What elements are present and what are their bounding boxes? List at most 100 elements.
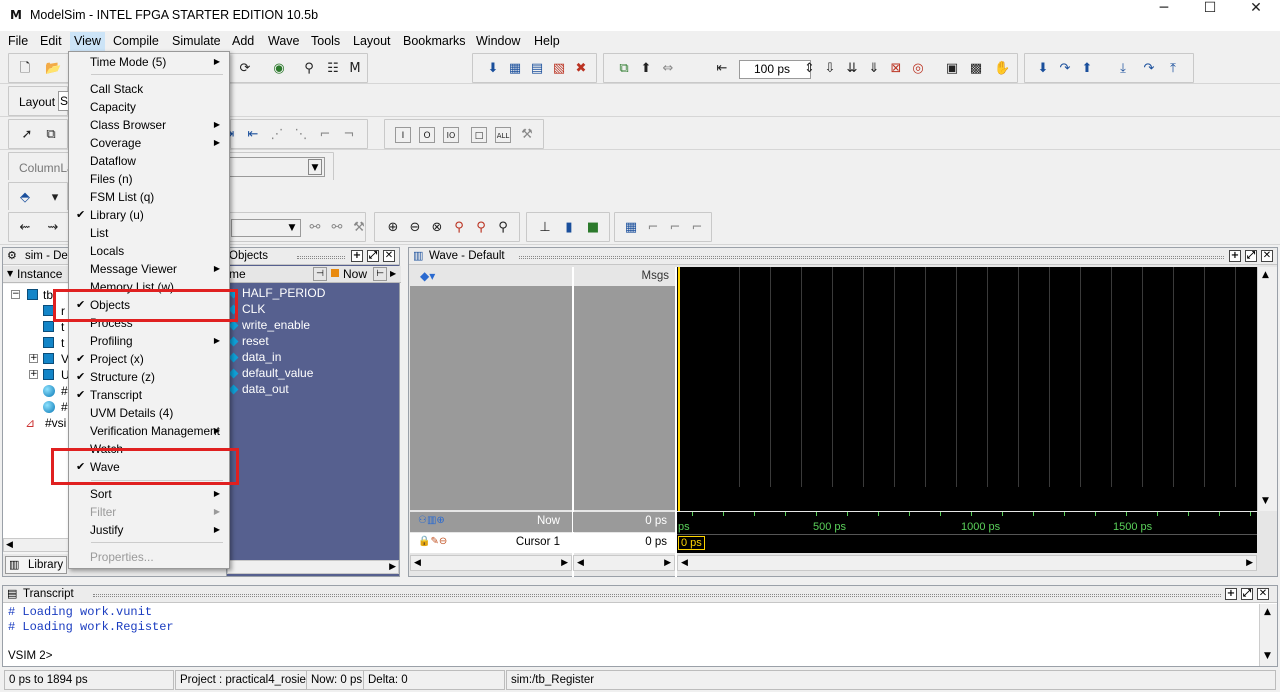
hand-icon[interactable]: ✋ xyxy=(994,61,1010,77)
reload-icon[interactable]: ⟳ xyxy=(237,61,253,77)
zoom-full-icon[interactable]: ⊗ xyxy=(429,220,445,236)
add-dropdown-icon[interactable]: ▾ xyxy=(47,190,63,206)
tab-library[interactable]: ▥ Library xyxy=(5,556,67,574)
insert-i-icon[interactable]: I xyxy=(395,127,411,143)
break-icon[interactable]: ✖ xyxy=(573,61,589,77)
menu-view[interactable]: View xyxy=(70,32,105,51)
add-wave-icon[interactable]: ⬘ xyxy=(17,190,33,206)
cursor-label[interactable]: Cursor 1 xyxy=(516,536,560,548)
compile-all-icon[interactable]: ▦ xyxy=(507,61,523,77)
menu-item-project[interactable]: ✔ Project (x) xyxy=(69,350,229,368)
objects-next-icon[interactable]: ⊢ xyxy=(373,267,387,281)
menu-tools[interactable]: Tools xyxy=(311,34,340,48)
object-row[interactable]: write_enable xyxy=(227,318,401,334)
run-status-icon[interactable]: ◉ xyxy=(271,61,287,77)
restart-icon[interactable]: ⇤ xyxy=(714,61,730,77)
compile-out-of-date-icon[interactable]: ▧ xyxy=(551,61,567,77)
objects-undock-button[interactable]: ⤢ xyxy=(367,250,379,262)
objects-close-button[interactable]: ✕ xyxy=(383,250,395,262)
menu-wave[interactable]: Wave xyxy=(268,34,300,48)
zoom-range-icon[interactable]: ⚲ xyxy=(473,220,489,236)
menu-item-call-stack[interactable]: Call Stack xyxy=(69,80,229,98)
cursor-bar-icon[interactable]: ▮ xyxy=(561,220,577,236)
step-over-active-icon[interactable]: ↷ xyxy=(1141,61,1157,77)
object-row[interactable]: default_value xyxy=(227,366,401,382)
search-combo[interactable]: ▼ xyxy=(231,219,301,237)
simulate-icon[interactable]: ⧉ xyxy=(616,61,632,77)
insert-io-icon[interactable]: IO xyxy=(443,127,459,143)
edge-last-icon[interactable]: ⌐ xyxy=(689,220,705,236)
transcript-vscrollbar[interactable]: ▲ ▼ xyxy=(1259,604,1277,666)
menu-simulate[interactable]: Simulate xyxy=(172,34,221,48)
menu-item-locals[interactable]: Locals xyxy=(69,242,229,260)
back-forward-icon[interactable]: ⇔ xyxy=(660,61,676,77)
menu-item-verification-management[interactable]: Verification Management ▶ xyxy=(69,422,229,440)
menu-item-sort[interactable]: Sort ▶ xyxy=(69,485,229,503)
performance-icon[interactable]: ▣ xyxy=(944,61,960,77)
insert-all-icon[interactable]: ALL xyxy=(495,127,511,143)
object-row[interactable]: data_in xyxy=(227,350,401,366)
menu-item-coverage[interactable]: Coverage ▶ xyxy=(69,134,229,152)
menu-item-time-mode[interactable]: Time Mode (5) ▶ xyxy=(69,53,229,71)
wave-canvas[interactable] xyxy=(677,267,1257,511)
find-prev-icon[interactable]: ⇜ xyxy=(17,220,33,236)
transcript-close-button[interactable]: ✕ xyxy=(1257,588,1269,600)
wave-edit-4-icon[interactable]: ⋱ xyxy=(293,127,309,143)
menu-item-capacity[interactable]: Capacity xyxy=(69,98,229,116)
run-icon[interactable]: ⇩ xyxy=(822,61,838,77)
select-pointer-icon[interactable]: ➚ xyxy=(19,127,35,143)
compile-icon[interactable]: ⬇ xyxy=(485,61,501,77)
search-dropdown-icon[interactable]: ▼ xyxy=(285,221,299,235)
insert-box-icon[interactable]: □ xyxy=(471,127,487,143)
cursor-row-icons[interactable]: 🔒✎⊖ xyxy=(418,536,447,548)
cursor-flag[interactable]: 0 ps xyxy=(678,536,705,550)
close-button[interactable]: ✕ xyxy=(1233,0,1279,31)
up-arrow-icon[interactable]: ⬆ xyxy=(638,61,654,77)
zoom-cursor-icon[interactable]: ⚲ xyxy=(451,220,467,236)
column-layout-select[interactable]: ▼ xyxy=(229,157,325,177)
wave-values-column[interactable] xyxy=(573,286,675,510)
step-over-icon[interactable]: ↷ xyxy=(1057,61,1073,77)
zoom-mode-icon[interactable]: ⧉ xyxy=(43,127,59,143)
menu-item-profiling[interactable]: Profiling ▶ xyxy=(69,332,229,350)
minimize-button[interactable]: ─ xyxy=(1141,0,1187,31)
menu-bookmarks[interactable]: Bookmarks xyxy=(403,34,466,48)
menu-item-message-viewer[interactable]: Message Viewer ▶ xyxy=(69,260,229,278)
insert-o-icon[interactable]: O xyxy=(419,127,435,143)
search-1-icon[interactable]: ⚯ xyxy=(307,220,323,236)
wave-vscrollbar[interactable]: ▲ ▼ xyxy=(1257,267,1277,511)
menu-item-justify[interactable]: Justify ▶ xyxy=(69,521,229,539)
wave-undock-button[interactable]: ⤢ xyxy=(1245,250,1257,262)
menu-compile[interactable]: Compile xyxy=(113,34,159,48)
values-hscrollbar[interactable]: ◀ ▶ xyxy=(573,555,675,571)
now-column-header[interactable]: Now xyxy=(343,267,367,281)
modelsim-m-icon[interactable]: M xyxy=(347,61,363,77)
edge-select-icon[interactable]: ▦ xyxy=(623,220,639,236)
step-out-icon[interactable]: ⬆ xyxy=(1079,61,1095,77)
menu-item-fsm-list[interactable]: FSM List (q) xyxy=(69,188,229,206)
run-all-icon[interactable]: ⇓ xyxy=(866,61,882,77)
now-row-icons[interactable]: ⚇▥⊕ xyxy=(418,515,445,527)
search-2-icon[interactable]: ⚯ xyxy=(329,220,345,236)
objects-filter-icon[interactable]: ⊣ xyxy=(313,267,327,281)
new-file-icon[interactable]: 🗋 xyxy=(17,61,33,77)
edge-prev-icon[interactable]: ⌐ xyxy=(645,220,661,236)
wave-edit-2-icon[interactable]: ⇤ xyxy=(245,127,261,143)
wave-edit-6-icon[interactable]: ¬ xyxy=(341,127,357,143)
search-3-icon[interactable]: ⚒ xyxy=(351,220,367,236)
wave-names-column[interactable] xyxy=(410,286,572,510)
wave-close-button[interactable]: ✕ xyxy=(1261,250,1273,262)
object-row[interactable]: reset xyxy=(227,334,401,350)
wave-hscrollbar[interactable]: ◀ ▶ xyxy=(677,555,1257,571)
wave-edit-5-icon[interactable]: ⌐ xyxy=(317,127,333,143)
menu-item-uvm-details[interactable]: UVM Details (4) xyxy=(69,404,229,422)
open-folder-icon[interactable]: 📂 xyxy=(45,61,61,77)
structure-icon[interactable]: ☷ xyxy=(325,61,341,77)
find-next-icon[interactable]: ⇝ xyxy=(45,220,61,236)
cursor-line[interactable] xyxy=(678,267,680,511)
maximize-button[interactable]: ☐ xyxy=(1187,0,1233,31)
column-layout-dropdown-icon[interactable]: ▼ xyxy=(308,159,322,175)
menu-item-structure[interactable]: ✔ Structure (z) xyxy=(69,368,229,386)
menu-item-transcript[interactable]: ✔ Transcript xyxy=(69,386,229,404)
name-column-header[interactable]: me xyxy=(229,267,246,281)
